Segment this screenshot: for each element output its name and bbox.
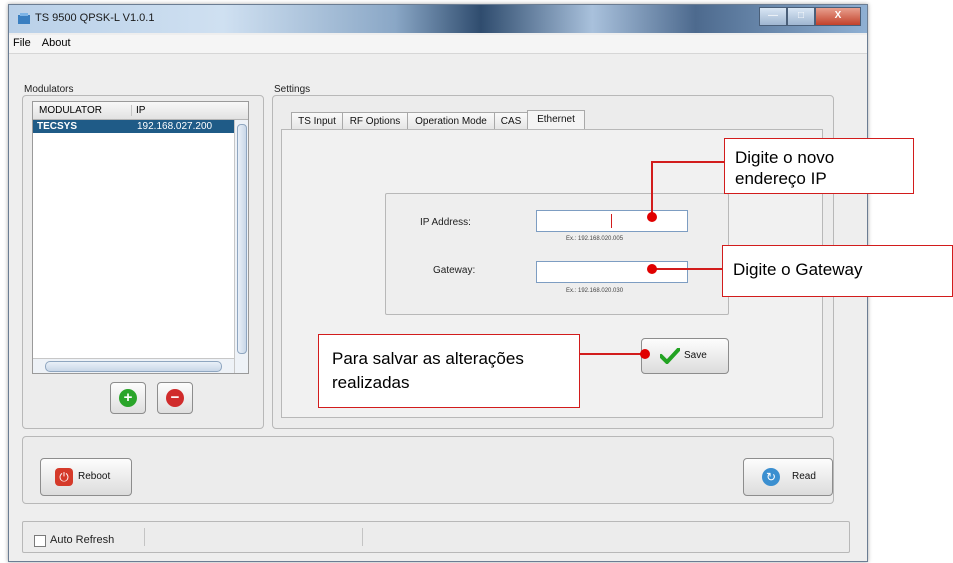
refresh-icon: ↻ [762, 468, 780, 486]
save-button[interactable]: Save [641, 338, 729, 374]
app-icon [18, 13, 30, 24]
modulator-name: TECSYS [37, 121, 78, 132]
title-bar[interactable]: TS 9500 QPSK-L V1.0.1 — □ X [9, 5, 867, 33]
menu-file[interactable]: File [9, 35, 35, 49]
add-modulator-button[interactable]: + [110, 382, 146, 414]
gateway-hint: Ex.: 192.168.020.030 [566, 288, 624, 294]
column-header-modulator[interactable]: MODULATOR [39, 105, 102, 116]
ip-callout-line [652, 161, 724, 163]
tab-operation-mode[interactable]: Operation Mode [407, 112, 495, 130]
auto-refresh-checkbox[interactable] [34, 535, 46, 547]
column-header-ip[interactable]: IP [131, 105, 145, 116]
ip-callout-dot [647, 212, 657, 222]
action-bar [22, 436, 834, 504]
save-callout-line [580, 353, 644, 355]
tab-cas[interactable]: CAS [494, 112, 528, 130]
vertical-scrollbar[interactable] [234, 120, 248, 373]
minus-circle-icon: − [166, 389, 184, 407]
status-bar [22, 521, 850, 553]
reboot-button[interactable]: ⏻ Reboot [40, 458, 132, 496]
tab-ethernet[interactable]: Ethernet [527, 110, 585, 130]
reboot-button-label: Reboot [78, 471, 111, 482]
table-header: MODULATOR IP [33, 102, 248, 120]
settings-title: Settings [274, 84, 311, 95]
status-divider [144, 528, 145, 546]
tab-ts-input[interactable]: TS Input [291, 112, 343, 130]
gateway-callout-line [652, 268, 722, 270]
remove-modulator-button[interactable]: − [157, 382, 193, 414]
menu-about[interactable]: About [38, 35, 75, 49]
auto-refresh-label: Auto Refresh [50, 534, 115, 546]
minimize-button[interactable]: — [759, 7, 787, 26]
ip-callout-line [651, 161, 653, 217]
ip-address-input[interactable] [536, 210, 688, 232]
read-button[interactable]: ↻ Read [743, 458, 833, 496]
maximize-button[interactable]: □ [787, 7, 815, 26]
text-cursor [611, 214, 612, 228]
horizontal-scroll-thumb[interactable] [45, 361, 222, 372]
gateway-callout-dot [647, 264, 657, 274]
status-divider [362, 528, 363, 546]
window-title: TS 9500 QPSK-L V1.0.1 [35, 12, 155, 24]
vertical-scroll-thumb[interactable] [237, 124, 247, 354]
horizontal-scrollbar[interactable] [33, 358, 234, 373]
save-callout: Para salvar as alterações realizadas [318, 334, 580, 408]
read-button-label: Read [792, 471, 816, 482]
ip-address-label: IP Address: [420, 217, 471, 228]
ip-address-hint: Ex.: 192.168.020.005 [566, 236, 624, 242]
table-row[interactable]: TECSYS 192.168.027.200 [33, 120, 234, 133]
window-controls: — □ X [759, 7, 861, 26]
modulators-title: Modulators [24, 84, 74, 95]
gateway-callout: Digite o Gateway [722, 245, 953, 297]
save-callout-dot [640, 349, 650, 359]
ip-callout: Digite o novo endereço IP [724, 138, 914, 194]
plus-circle-icon: + [119, 389, 137, 407]
power-icon: ⏻ [55, 468, 73, 486]
gateway-label: Gateway: [433, 265, 476, 276]
checkmark-icon [660, 348, 680, 364]
close-button[interactable]: X [815, 7, 861, 26]
menu-bar: File About [9, 35, 867, 54]
tab-rf-options[interactable]: RF Options [342, 112, 408, 130]
gateway-input[interactable] [536, 261, 688, 283]
modulators-table: MODULATOR IP TECSYS 192.168.027.200 [32, 101, 249, 374]
save-button-label: Save [684, 350, 707, 361]
modulator-ip: 192.168.027.200 [137, 121, 213, 132]
